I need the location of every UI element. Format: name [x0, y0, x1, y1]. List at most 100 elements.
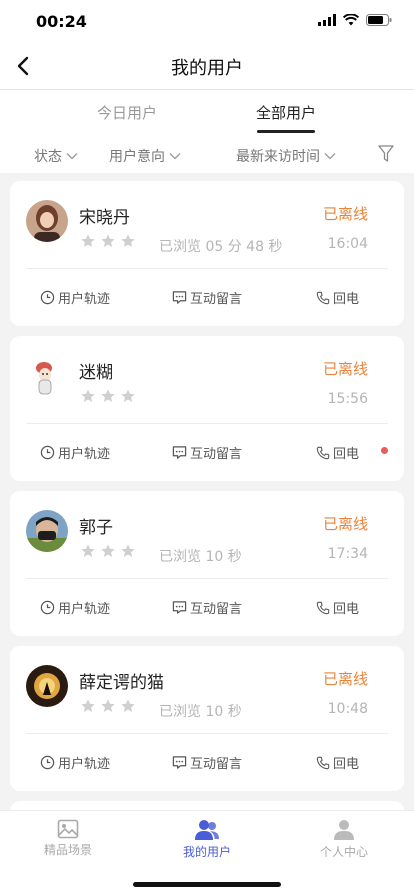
- user-track-button[interactable]: 用户轨迹: [40, 753, 110, 772]
- browse-duration: 已浏览 10 秒: [159, 549, 242, 565]
- phone-icon: [316, 756, 330, 769]
- tabbar-label-featured-scenes: 精品场景: [43, 843, 92, 857]
- user-card[interactable]: 薛定谔的猫 已离线 已浏览 10 秒 10:48 用户轨迹 互动留言 回电: [10, 646, 404, 791]
- user-track-label: 用户轨迹: [58, 602, 111, 617]
- message-label: 互动留言: [190, 602, 243, 617]
- filter-latest-visit[interactable]: 最新来访时间: [236, 146, 336, 166]
- user-tabs: 今日用户 全部用户: [0, 89, 414, 137]
- divider: [26, 423, 388, 424]
- page-title: 我的用户: [171, 58, 243, 79]
- wifi-icon: [343, 14, 359, 26]
- users-icon: [195, 820, 219, 840]
- message-button[interactable]: 互动留言: [172, 753, 242, 772]
- filter-status[interactable]: 状态: [34, 146, 78, 166]
- user-track-button[interactable]: 用户轨迹: [40, 598, 110, 617]
- message-button[interactable]: 互动留言: [172, 443, 242, 462]
- message-button[interactable]: 互动留言: [172, 288, 242, 307]
- phone-icon: [316, 291, 330, 304]
- avatar: [26, 200, 68, 242]
- call-back-button[interactable]: 回电: [316, 753, 359, 772]
- message-label: 互动留言: [190, 292, 243, 307]
- star-icon: [81, 699, 95, 712]
- user-name: 郭子: [79, 518, 113, 538]
- clock-icon: [40, 600, 55, 615]
- clock-icon: [40, 445, 55, 460]
- user-track-label: 用户轨迹: [58, 757, 111, 772]
- signal-icon: [318, 14, 336, 26]
- filter-status-label: 状态: [34, 149, 62, 165]
- star-icon: [101, 234, 115, 247]
- tabbar-label-profile: 个人中心: [319, 845, 368, 859]
- tabbar-item-profile[interactable]: 个人中心: [304, 819, 384, 860]
- avatar: [26, 510, 68, 552]
- call-back-button[interactable]: 回电: [316, 443, 359, 462]
- message-label: 互动留言: [190, 757, 243, 772]
- avatar: [26, 665, 68, 707]
- active-tab-indicator: [257, 130, 315, 133]
- chevron-down-icon: [66, 153, 78, 160]
- call-back-label: 回电: [333, 447, 360, 462]
- star-icon: [101, 699, 115, 712]
- chevron-down-icon: [324, 153, 336, 160]
- user-track-button[interactable]: 用户轨迹: [40, 443, 110, 462]
- rating-stars: [80, 233, 136, 249]
- tab-all-users[interactable]: 全部用户: [256, 102, 316, 123]
- user-name: 宋晓丹: [79, 208, 130, 228]
- message-label: 互动留言: [190, 447, 243, 462]
- call-back-label: 回电: [333, 602, 360, 617]
- call-back-label: 回电: [333, 292, 360, 307]
- divider: [26, 268, 388, 269]
- filter-latest-visit-label: 最新来访时间: [236, 149, 320, 165]
- status-bar: 00:24: [0, 0, 414, 44]
- user-card[interactable]: 郭子 已离线 已浏览 10 秒 17:34 用户轨迹 互动留言 回电: [10, 491, 404, 636]
- tabbar-item-my-users[interactable]: 我的用户: [167, 819, 247, 860]
- visit-time: 16:04: [327, 236, 368, 252]
- user-card[interactable]: 迷糊 已离线 15:56 用户轨迹 互动留言 回电: [10, 336, 404, 481]
- message-button[interactable]: 互动留言: [172, 598, 242, 617]
- chevron-down-icon: [169, 153, 181, 160]
- browse-duration: 已浏览 05 分 48 秒: [159, 239, 283, 255]
- home-indicator: [133, 882, 281, 887]
- divider: [26, 578, 388, 579]
- rating-stars: [80, 543, 136, 559]
- star-icon: [81, 544, 95, 557]
- star-icon: [81, 389, 95, 402]
- user-track-label: 用户轨迹: [58, 447, 111, 462]
- star-icon: [121, 389, 135, 402]
- battery-icon: [366, 14, 392, 26]
- user-name: 迷糊: [79, 363, 113, 383]
- status-badge: 已离线: [322, 670, 368, 688]
- status-badge: 已离线: [322, 205, 368, 223]
- message-icon: [172, 446, 187, 459]
- tabbar-label-my-users: 我的用户: [182, 845, 231, 859]
- browse-duration: 已浏览 10 秒: [159, 704, 242, 720]
- star-icon: [121, 544, 135, 557]
- call-back-button[interactable]: 回电: [316, 598, 359, 617]
- clock-icon: [40, 290, 55, 305]
- visit-time: 10:48: [327, 701, 368, 717]
- filter-intent[interactable]: 用户意向: [109, 146, 181, 166]
- star-icon: [101, 389, 115, 402]
- user-track-button[interactable]: 用户轨迹: [40, 288, 110, 307]
- star-icon: [101, 544, 115, 557]
- user-track-label: 用户轨迹: [58, 292, 111, 307]
- status-time: 00:24: [36, 12, 87, 31]
- message-icon: [172, 291, 187, 304]
- call-back-button[interactable]: 回电: [316, 288, 359, 307]
- filter-bar: 状态 用户意向 最新来访时间: [0, 137, 414, 173]
- rating-stars: [80, 698, 136, 714]
- tab-today-users[interactable]: 今日用户: [97, 102, 157, 123]
- user-card[interactable]: 宋晓丹 已离线 已浏览 05 分 48 秒 16:04 用户轨迹 互动留言 回电: [10, 181, 404, 326]
- message-icon: [172, 601, 187, 614]
- star-icon: [121, 234, 135, 247]
- phone-icon: [316, 446, 330, 459]
- funnel-filter-icon[interactable]: [378, 145, 394, 163]
- divider: [26, 733, 388, 734]
- tabbar-item-featured-scenes[interactable]: 精品场景: [28, 819, 108, 858]
- person-icon: [334, 820, 354, 840]
- visit-time: 17:34: [327, 546, 368, 562]
- star-icon: [121, 699, 135, 712]
- visit-time: 15:56: [327, 391, 368, 407]
- rating-stars: [80, 388, 136, 404]
- image-icon: [57, 819, 79, 839]
